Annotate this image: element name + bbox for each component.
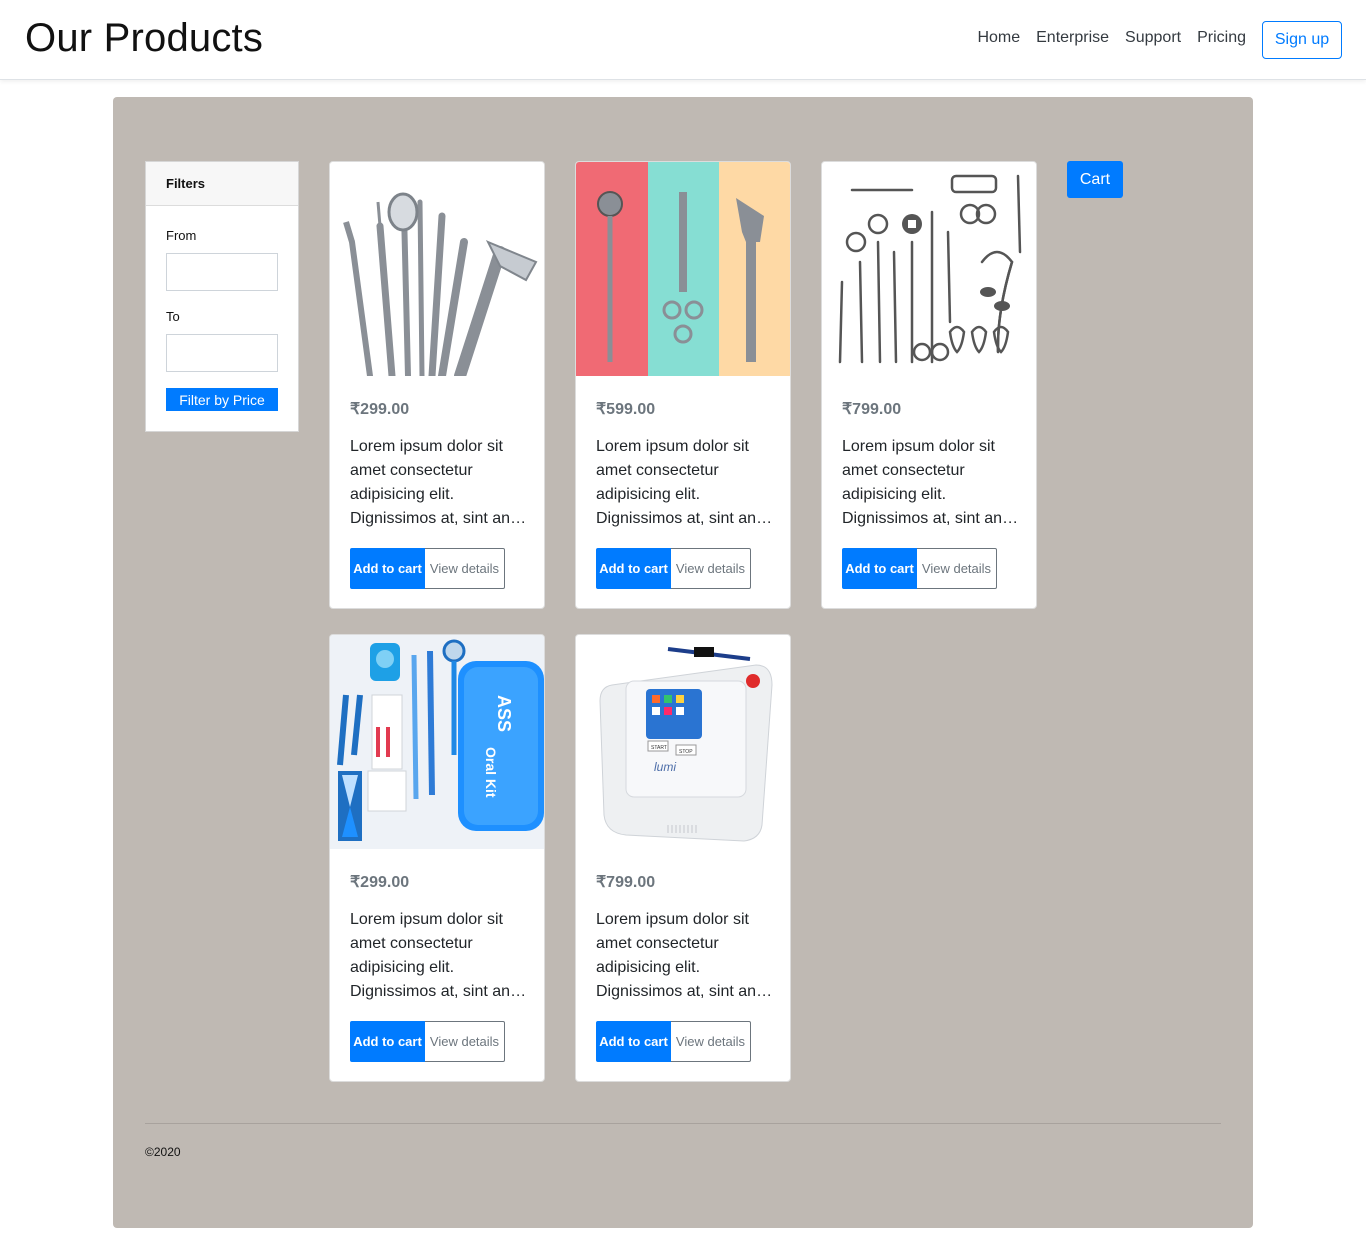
view-details-button[interactable]: View details [671, 548, 751, 589]
nav-home[interactable]: Home [977, 29, 1020, 47]
product-actions: Add to cart View details [596, 1021, 751, 1062]
add-to-cart-button[interactable]: Add to cart [350, 1021, 425, 1062]
product-description: Lorem ipsum dolor sit amet consectetur a… [842, 438, 1019, 527]
add-to-cart-button[interactable]: Add to cart [350, 548, 425, 589]
product-actions: Add to cart View details [350, 548, 505, 589]
product-price: ₹299.00 [350, 401, 410, 418]
product-description: Lorem ipsum dolor sit amet consectetur a… [596, 911, 773, 1000]
product-actions: Add to cart View details [842, 548, 997, 589]
product-price: ₹799.00 [596, 874, 656, 891]
price-from-input[interactable] [166, 253, 278, 291]
product-actions: Add to cart View details [596, 548, 751, 589]
cart-button[interactable]: Cart [1067, 161, 1123, 198]
signup-button[interactable]: Sign up [1262, 21, 1342, 59]
from-label: From [166, 228, 197, 243]
to-label: To [166, 309, 180, 324]
nav-support[interactable]: Support [1125, 29, 1181, 47]
view-details-button[interactable]: View details [425, 1021, 505, 1062]
product-card: ₹299.00 Lorem ipsum dolor sit amet conse… [329, 161, 545, 609]
product-description: Lorem ipsum dolor sit amet consectetur a… [350, 911, 527, 1000]
add-to-cart-button[interactable]: Add to cart [596, 548, 671, 589]
page-title: Our Products [25, 16, 264, 60]
device-brand-text: lumi [654, 760, 676, 774]
price-to-input[interactable] [166, 334, 278, 372]
product-description: Lorem ipsum dolor sit amet consectetur a… [596, 438, 773, 527]
device-stop-label: STOP [679, 749, 693, 755]
product-price: ₹599.00 [596, 401, 656, 418]
nav-pricing[interactable]: Pricing [1197, 29, 1246, 47]
product-image-dental-icons[interactable] [822, 162, 1036, 376]
copyright-text: ©2020 [145, 1145, 181, 1159]
product-card: START STOP lumi ₹799.00 Lorem ipsum dolo… [575, 634, 791, 1082]
footer-divider [145, 1123, 1221, 1124]
product-image-oral-kit[interactable]: ASS Oral Kit [330, 635, 544, 849]
add-to-cart-button[interactable]: Add to cart [842, 548, 917, 589]
view-details-button[interactable]: View details [671, 1021, 751, 1062]
products-panel: Filters From To Filter by Price ₹299.00 … [113, 97, 1253, 1228]
view-details-button[interactable]: View details [917, 548, 997, 589]
product-card: ₹799.00 Lorem ipsum dolor sit amet conse… [821, 161, 1037, 609]
product-price: ₹299.00 [350, 874, 410, 891]
product-image-dental-instruments[interactable] [576, 162, 790, 376]
product-image-laser-device[interactable]: START STOP lumi [576, 635, 790, 849]
add-to-cart-button[interactable]: Add to cart [596, 1021, 671, 1062]
product-image-dental-tools[interactable] [330, 162, 544, 376]
filter-by-price-button[interactable]: Filter by Price [166, 388, 278, 411]
filters-title: Filters [146, 162, 298, 206]
product-card: ₹599.00 Lorem ipsum dolor sit amet conse… [575, 161, 791, 609]
nav-enterprise[interactable]: Enterprise [1036, 29, 1109, 47]
product-description: Lorem ipsum dolor sit amet consectetur a… [350, 438, 527, 527]
product-price: ₹799.00 [842, 401, 902, 418]
top-navbar: Our Products Home Enterprise Support Pri… [0, 0, 1366, 80]
view-details-button[interactable]: View details [425, 548, 505, 589]
kit-brand-text: ASS [494, 695, 514, 732]
kit-name-text: Oral Kit [483, 747, 499, 798]
product-card: ASS Oral Kit ₹299.00 Lorem ipsum dolor s… [329, 634, 545, 1082]
filters-card: Filters From To Filter by Price [145, 161, 299, 432]
product-actions: Add to cart View details [350, 1021, 505, 1062]
main-nav: Home Enterprise Support Pricing [977, 29, 1246, 47]
device-start-label: START [651, 745, 667, 751]
